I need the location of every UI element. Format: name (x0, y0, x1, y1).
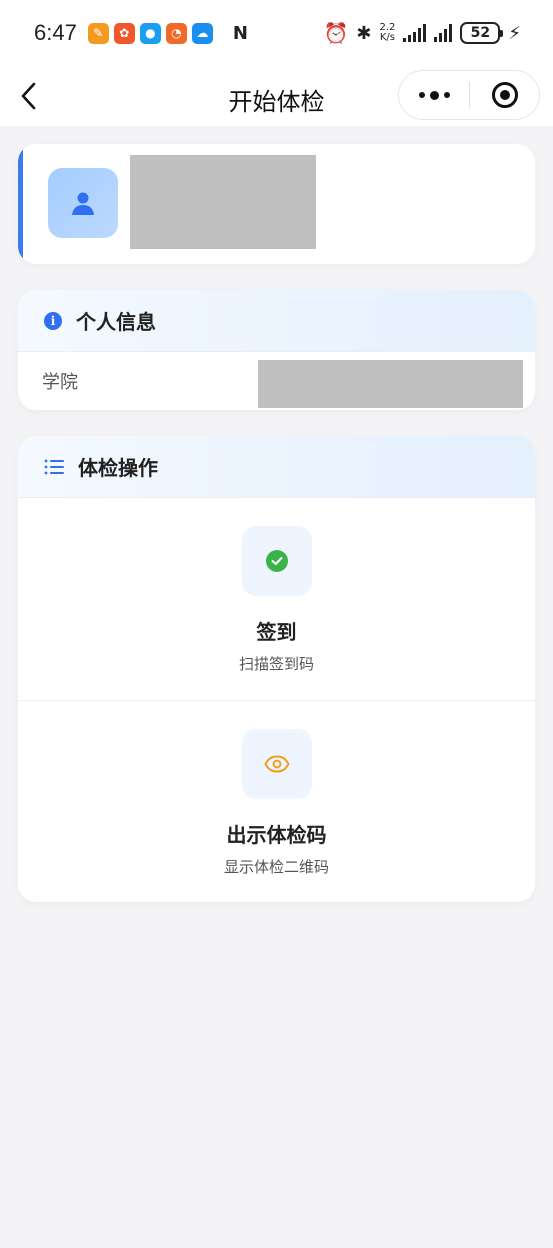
status-time: 6:47 (34, 20, 77, 45)
exam-operations-header: 体检操作 (18, 436, 535, 498)
battery-icon: 52 (460, 22, 504, 44)
net-speed-unit: K/s (379, 32, 395, 43)
show-exam-code-subtitle: 显示体检二维码 (223, 858, 329, 876)
close-mini-program-button[interactable] (470, 71, 539, 119)
chat-notification-icon: ● (139, 22, 161, 44)
profile-card (18, 144, 535, 264)
list-icon (44, 459, 64, 474)
status-right-group: ⏰ ✱ 2.2 K/s 52 ⚡ (323, 0, 521, 66)
top-area: 6:47 ✎ ✿ ● ◔ ☁ N ⏰ ✱ 2.2 K/s 52 ⚡ 开始体检 (0, 0, 553, 126)
avatar (48, 168, 118, 238)
check-in-subtitle: 扫描签到码 (238, 655, 314, 673)
exam-operations-title: 体检操作 (78, 456, 158, 480)
exam-operations-section: 体检操作 签到 扫描签到码 出示体检码 显示体检二维码 (18, 436, 535, 902)
app-notification-icon: ✿ (113, 22, 135, 44)
check-in-icon-box (241, 526, 312, 596)
battery-level: 52 (470, 25, 491, 41)
show-exam-code-action[interactable]: 出示体检码 显示体检二维码 (18, 700, 535, 902)
nav-bar: 开始体检 (0, 66, 553, 126)
target-circle-icon (491, 82, 518, 108)
app-notification-icon: ◔ (165, 22, 187, 44)
nfc-icon: N (232, 22, 248, 44)
app-notification-icon: ✎ (87, 22, 109, 44)
status-bar: 6:47 ✎ ✿ ● ◔ ☁ N ⏰ ✱ 2.2 K/s 52 ⚡ (0, 0, 553, 66)
main-content: i 个人信息 学院 体检操作 签到 扫描签到码 出示体检码 显示体检二维码 (0, 126, 553, 902)
network-speed: 2.2 K/s (379, 23, 395, 43)
college-label: 学院 (42, 372, 78, 393)
exam-code-icon-box (241, 729, 312, 799)
cloud-notification-icon: ☁ (191, 22, 213, 44)
redacted-college-value (258, 360, 523, 408)
alarm-icon: ⏰ (323, 21, 349, 45)
info-row-college: 学院 (18, 352, 535, 410)
eye-icon (263, 755, 290, 773)
redacted-profile-info (130, 155, 316, 249)
check-in-action[interactable]: 签到 扫描签到码 (18, 498, 535, 700)
user-icon (72, 192, 94, 215)
card-accent-bar (18, 144, 23, 264)
bluetooth-icon: ✱ (356, 22, 372, 44)
mini-program-capsule (398, 70, 540, 120)
charging-icon: ⚡ (508, 22, 521, 44)
info-icon: i (44, 311, 62, 330)
more-options-button[interactable] (399, 71, 469, 119)
personal-info-section: i 个人信息 学院 (18, 290, 535, 410)
personal-info-header: i 个人信息 (18, 290, 535, 352)
check-in-title: 签到 (256, 620, 297, 644)
signal-icon (403, 24, 427, 42)
personal-info-title: 个人信息 (76, 310, 156, 334)
signal-icon (434, 24, 453, 42)
check-circle-icon (265, 550, 288, 572)
show-exam-code-title: 出示体检码 (226, 823, 327, 847)
